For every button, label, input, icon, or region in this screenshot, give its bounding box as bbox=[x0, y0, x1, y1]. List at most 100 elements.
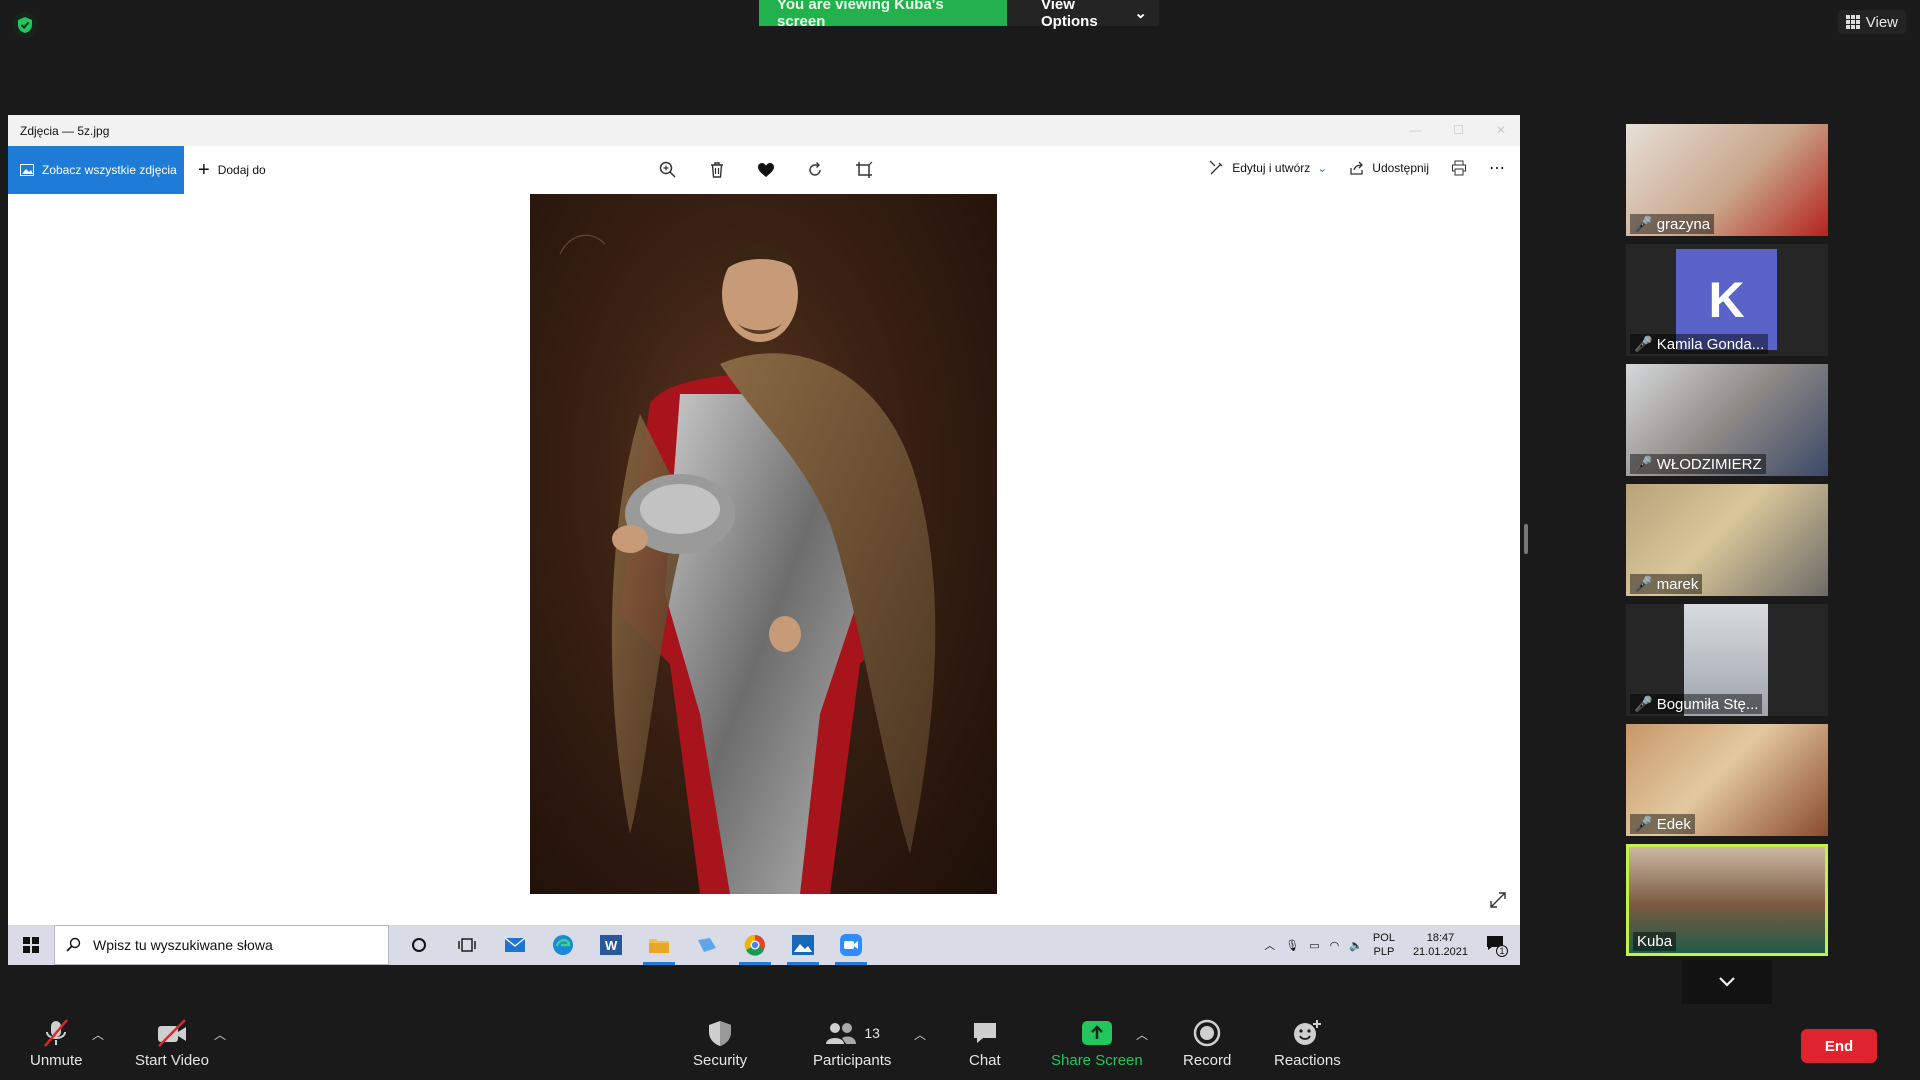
mail-icon[interactable] bbox=[491, 925, 539, 965]
edge-icon[interactable] bbox=[539, 925, 587, 965]
clock-date: 21.01.2021 bbox=[1412, 946, 1468, 958]
muted-mic-icon: 🎤 bbox=[1634, 816, 1653, 833]
taskbar-search-box[interactable]: Wpisz tu wyszukiwane słowa bbox=[54, 925, 389, 965]
wifi-icon[interactable]: ◠ bbox=[1330, 939, 1340, 952]
language-indicator[interactable]: POL PLP bbox=[1373, 931, 1395, 959]
grid-icon bbox=[1845, 15, 1860, 29]
video-options-caret-icon[interactable]: ︿ bbox=[214, 1026, 226, 1043]
muted-mic-icon: 🎤 bbox=[1634, 576, 1653, 593]
minimize-icon[interactable]: — bbox=[1409, 123, 1421, 137]
crop-icon[interactable] bbox=[852, 158, 875, 181]
svg-text:W: W bbox=[605, 938, 618, 953]
windows-start-icon[interactable] bbox=[8, 925, 54, 965]
favorite-icon[interactable] bbox=[754, 158, 777, 181]
volume-icon[interactable]: 🔈 bbox=[1349, 939, 1363, 952]
close-icon[interactable]: ✕ bbox=[1496, 123, 1506, 137]
share-screen-button[interactable]: Share Screen bbox=[1051, 1018, 1143, 1069]
participant-name: marek bbox=[1656, 575, 1699, 593]
meeting-controls: Unmute ︿ Start Video ︿ Security 13 Parti… bbox=[0, 1010, 1920, 1080]
search-icon bbox=[66, 937, 81, 952]
edit-icon bbox=[1209, 160, 1223, 175]
share-screen-label: Share Screen bbox=[1051, 1052, 1143, 1069]
word-icon[interactable]: W bbox=[587, 925, 635, 965]
photos-window-titlebar: Zdjęcia — 5z.jpg — ☐ ✕ bbox=[8, 115, 1520, 146]
taskbar-apps: W bbox=[395, 925, 875, 965]
view-label: View bbox=[1865, 13, 1898, 31]
participant-name: WŁODZIMIERZ bbox=[1656, 455, 1762, 473]
participant-name-tag: 🎤 WŁODZIMIERZ bbox=[1630, 454, 1766, 474]
record-button[interactable]: Record bbox=[1183, 1018, 1231, 1069]
reactions-label: Reactions bbox=[1274, 1052, 1341, 1069]
delete-icon[interactable] bbox=[705, 158, 728, 181]
participants-count: 13 bbox=[864, 1025, 880, 1041]
task-view-icon[interactable] bbox=[443, 925, 491, 965]
security-label: Security bbox=[693, 1052, 748, 1069]
chevron-down-icon bbox=[1719, 977, 1735, 987]
file-explorer-icon[interactable] bbox=[635, 925, 683, 965]
zoom-icon[interactable] bbox=[656, 158, 679, 181]
zoom-app-icon[interactable] bbox=[827, 925, 875, 965]
muted-mic-icon: 🎤 bbox=[1634, 216, 1653, 233]
end-meeting-button[interactable]: End bbox=[1801, 1029, 1877, 1063]
panel-resize-handle[interactable] bbox=[1524, 524, 1528, 554]
notification-center-icon[interactable]: 1 bbox=[1486, 935, 1508, 957]
maximize-icon[interactable]: ☐ bbox=[1453, 123, 1464, 137]
battery-icon[interactable]: ▭ bbox=[1309, 939, 1319, 952]
participants-label: Participants bbox=[813, 1052, 892, 1069]
start-video-label: Start Video bbox=[135, 1052, 209, 1069]
add-to-label: Dodaj do bbox=[217, 163, 266, 177]
cortana-icon[interactable] bbox=[395, 925, 443, 965]
view-button[interactable]: View bbox=[1837, 10, 1906, 34]
lang-bottom: PLP bbox=[1373, 946, 1395, 958]
participant-name-tag: 🎤 marek bbox=[1630, 574, 1703, 594]
clock[interactable]: 18:47 21.01.2021 bbox=[1413, 931, 1468, 959]
view-options-button[interactable]: View Options ⌄ bbox=[1007, 0, 1159, 30]
participant-tile-wlodzimierz[interactable]: 🎤 WŁODZIMIERZ bbox=[1626, 364, 1828, 476]
participant-tile-grazyna[interactable]: 🎤 grazyna bbox=[1626, 124, 1828, 236]
edit-create-button[interactable]: Edytuj i utwórz ⌄ bbox=[1209, 160, 1327, 176]
share-button[interactable]: Udostępnij bbox=[1349, 160, 1429, 176]
security-button[interactable]: Security bbox=[693, 1018, 747, 1069]
scroll-participants-down-button[interactable] bbox=[1682, 960, 1772, 1004]
participant-strip: 🎤 grazyna K 🎤 Kamila Gonda... 🎤 WŁODZIMI… bbox=[1626, 124, 1828, 964]
reactions-smiley-icon bbox=[1292, 1018, 1322, 1048]
toolbar-right: Edytuj i utwórz ⌄ Udostępnij ⋯ bbox=[1209, 158, 1506, 178]
more-options-icon[interactable]: ⋯ bbox=[1489, 158, 1506, 178]
share-label: Udostępnij bbox=[1372, 161, 1429, 175]
muted-mic-icon: 🎤 bbox=[1634, 456, 1653, 473]
encryption-shield-icon[interactable] bbox=[12, 12, 38, 38]
participant-name-tag: 🎤 Bogumiła Stę... bbox=[1630, 694, 1763, 714]
see-all-label: Zobacz wszystkie zdjęcia bbox=[42, 163, 177, 177]
chat-button[interactable]: Chat bbox=[969, 1018, 1001, 1069]
tray-chevron-up-icon[interactable]: ︿ bbox=[1264, 937, 1275, 953]
share-options-caret-icon[interactable]: ︿ bbox=[1136, 1026, 1148, 1043]
reactions-button[interactable]: Reactions bbox=[1274, 1018, 1341, 1069]
rotate-icon[interactable] bbox=[803, 158, 826, 181]
share-icon bbox=[1350, 161, 1364, 175]
participant-tile-edek[interactable]: 🎤 Edek bbox=[1626, 724, 1828, 836]
participants-options-caret-icon[interactable]: ︿ bbox=[914, 1026, 926, 1043]
windows-taskbar: Wpisz tu wyszukiwane słowa W ︿ 🎙 ▭ ◠ 🔈 P… bbox=[8, 925, 1520, 965]
see-all-photos-button[interactable]: Zobacz wszystkie zdjęcia bbox=[8, 146, 184, 194]
chrome-icon[interactable] bbox=[731, 925, 779, 965]
fullscreen-expand-icon[interactable] bbox=[1488, 890, 1508, 915]
participant-tile-kuba[interactable]: Kuba bbox=[1626, 844, 1828, 956]
participant-tile-bogumila[interactable]: 🎤 Bogumiła Stę... bbox=[1626, 604, 1828, 716]
participant-tile-marek[interactable]: 🎤 marek bbox=[1626, 484, 1828, 596]
start-video-button[interactable]: Start Video bbox=[135, 1018, 209, 1069]
participants-button[interactable]: 13 Participants bbox=[813, 1018, 891, 1069]
plus-icon: + bbox=[198, 159, 210, 181]
photos-icon[interactable] bbox=[779, 925, 827, 965]
displayed-photo bbox=[530, 194, 997, 894]
unmute-button[interactable]: Unmute bbox=[30, 1018, 83, 1069]
image-tools bbox=[656, 158, 875, 181]
print-button[interactable] bbox=[1451, 160, 1467, 176]
participant-tile-kamila[interactable]: K 🎤 Kamila Gonda... bbox=[1626, 244, 1828, 356]
audio-options-caret-icon[interactable]: ︿ bbox=[92, 1026, 104, 1043]
muted-mic-icon: 🎤 bbox=[1634, 336, 1653, 353]
clock-time: 18:47 bbox=[1426, 932, 1455, 944]
microphone-icon[interactable]: 🎙 bbox=[1285, 939, 1299, 952]
participant-name: Kamila Gonda... bbox=[1656, 335, 1765, 353]
add-to-button[interactable]: + Dodaj do bbox=[198, 159, 266, 181]
app-icon[interactable] bbox=[683, 925, 731, 965]
